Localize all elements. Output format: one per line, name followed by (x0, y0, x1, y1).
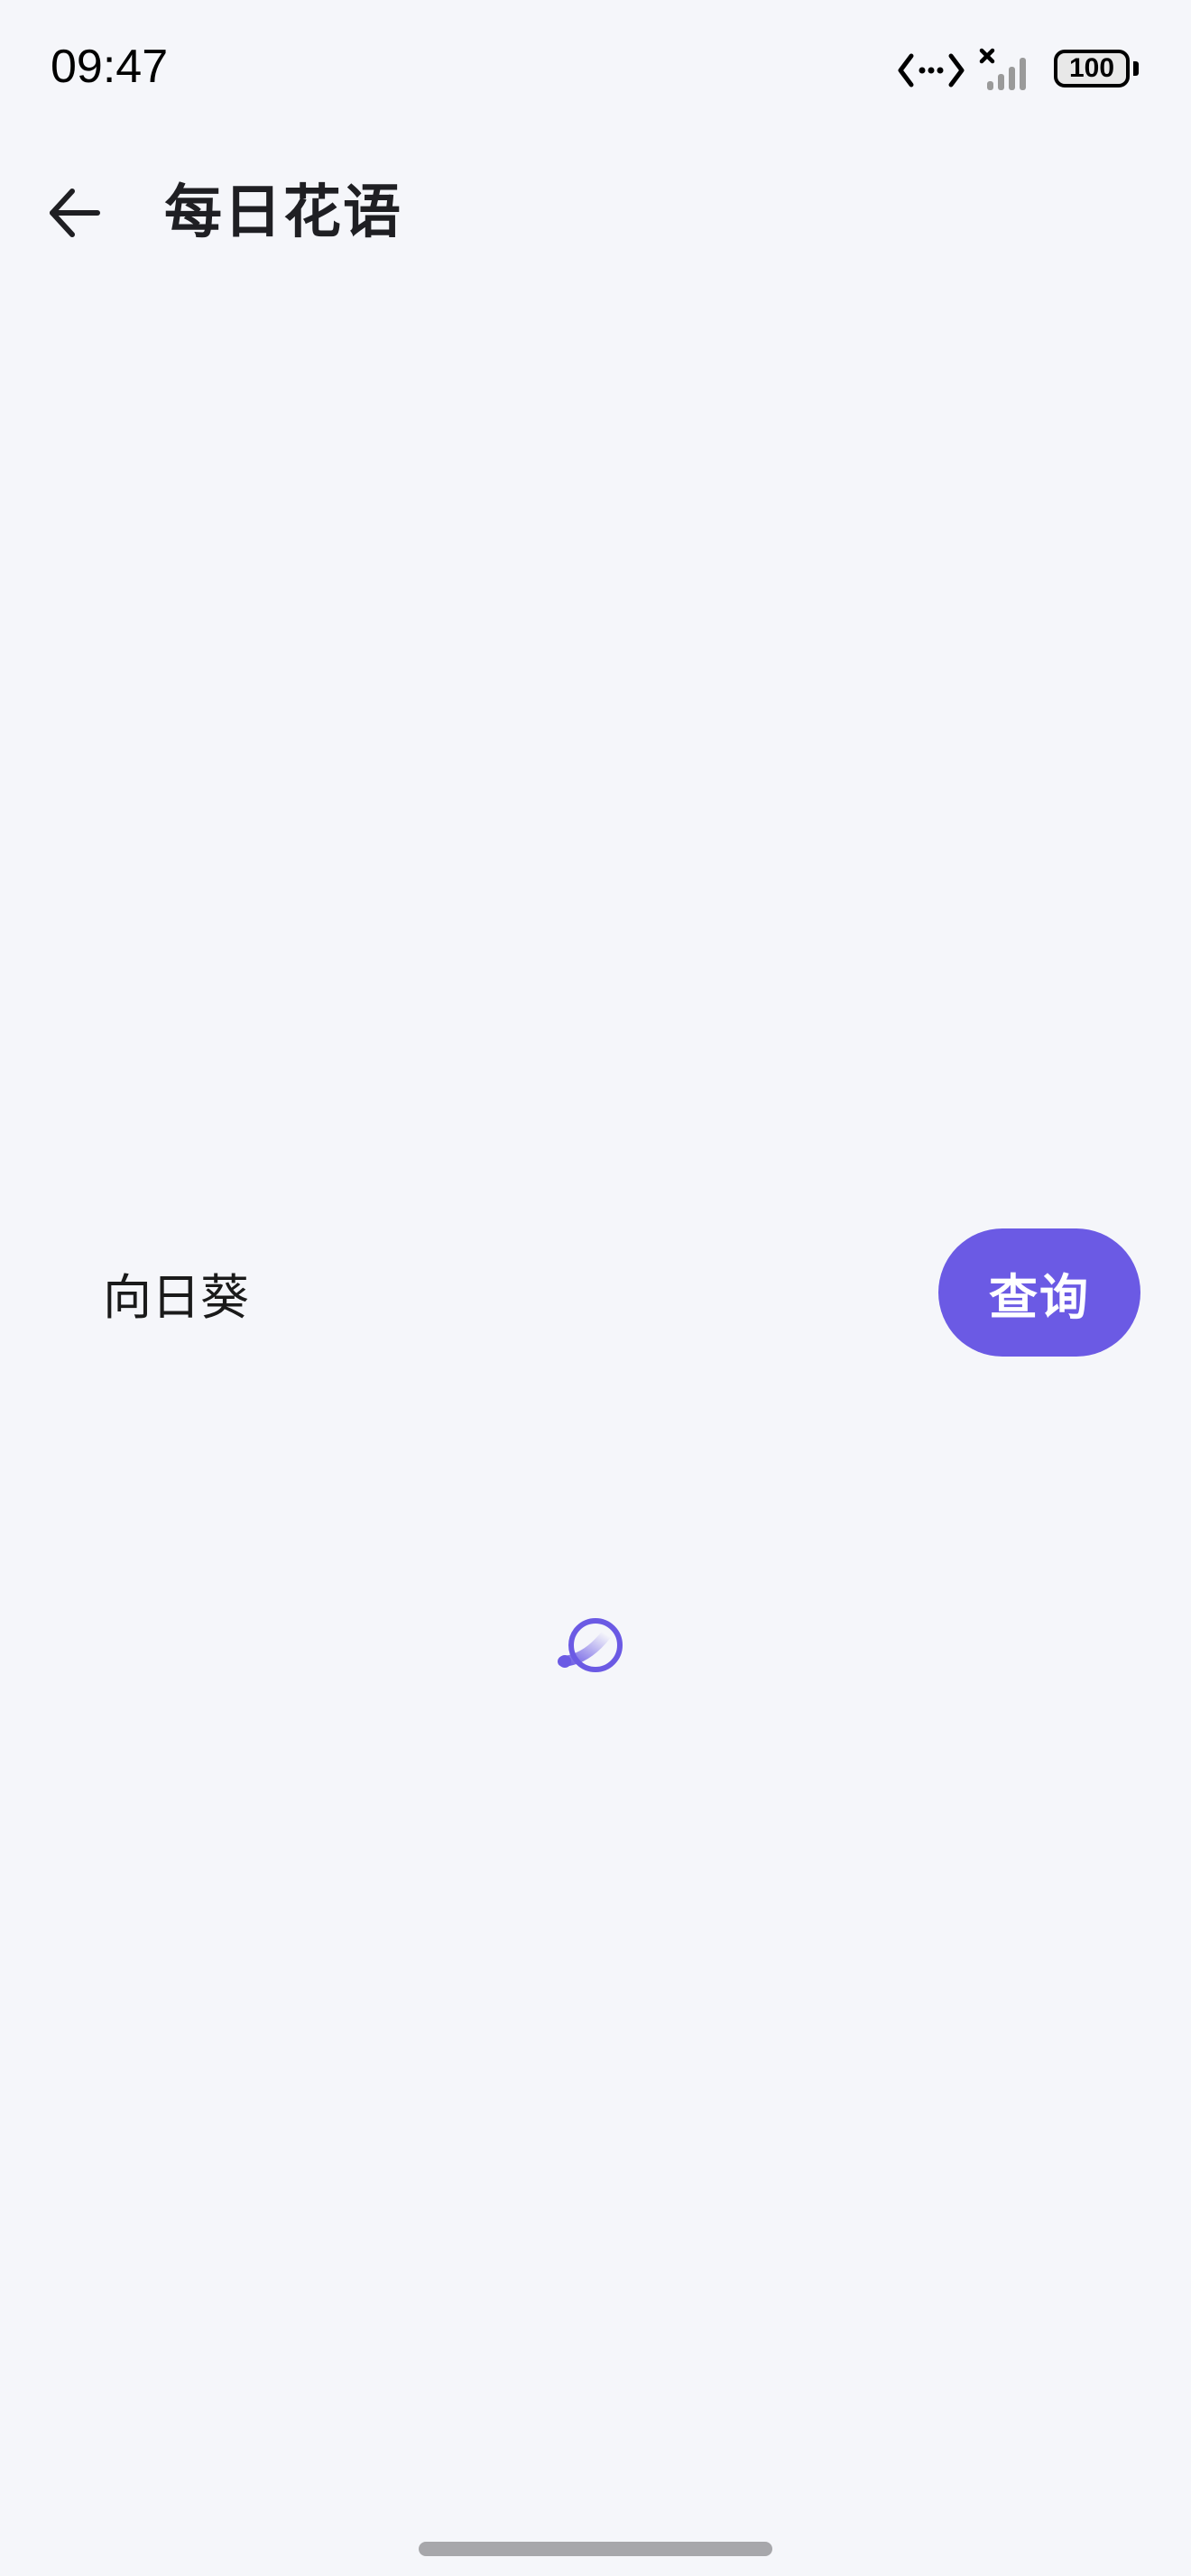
data-transfer-icon (898, 53, 965, 87)
status-time: 09:47 (51, 41, 169, 93)
home-indicator[interactable] (419, 2542, 772, 2556)
status-bar: 09:47 100 (0, 0, 1191, 135)
app-bar: 每日花语 (0, 162, 1191, 262)
search-row: 查询 (0, 1228, 1191, 1357)
no-signal-icon (979, 48, 1026, 90)
flower-search-input[interactable] (88, 1245, 900, 1340)
battery-level: 100 (1068, 53, 1115, 83)
battery-tip (1133, 61, 1139, 76)
arrow-left-icon (50, 189, 100, 237)
back-button[interactable] (45, 180, 132, 245)
battery-icon: 100 (1054, 50, 1140, 91)
status-icons: 100 (897, 43, 1140, 97)
screen: 09:47 100 每日花语 向日葵 查询 (0, 0, 1191, 2576)
loading-spinner-icon (558, 1618, 623, 1672)
page-title: 每日花语 (164, 179, 402, 246)
query-button[interactable]: 查询 (938, 1228, 1140, 1357)
